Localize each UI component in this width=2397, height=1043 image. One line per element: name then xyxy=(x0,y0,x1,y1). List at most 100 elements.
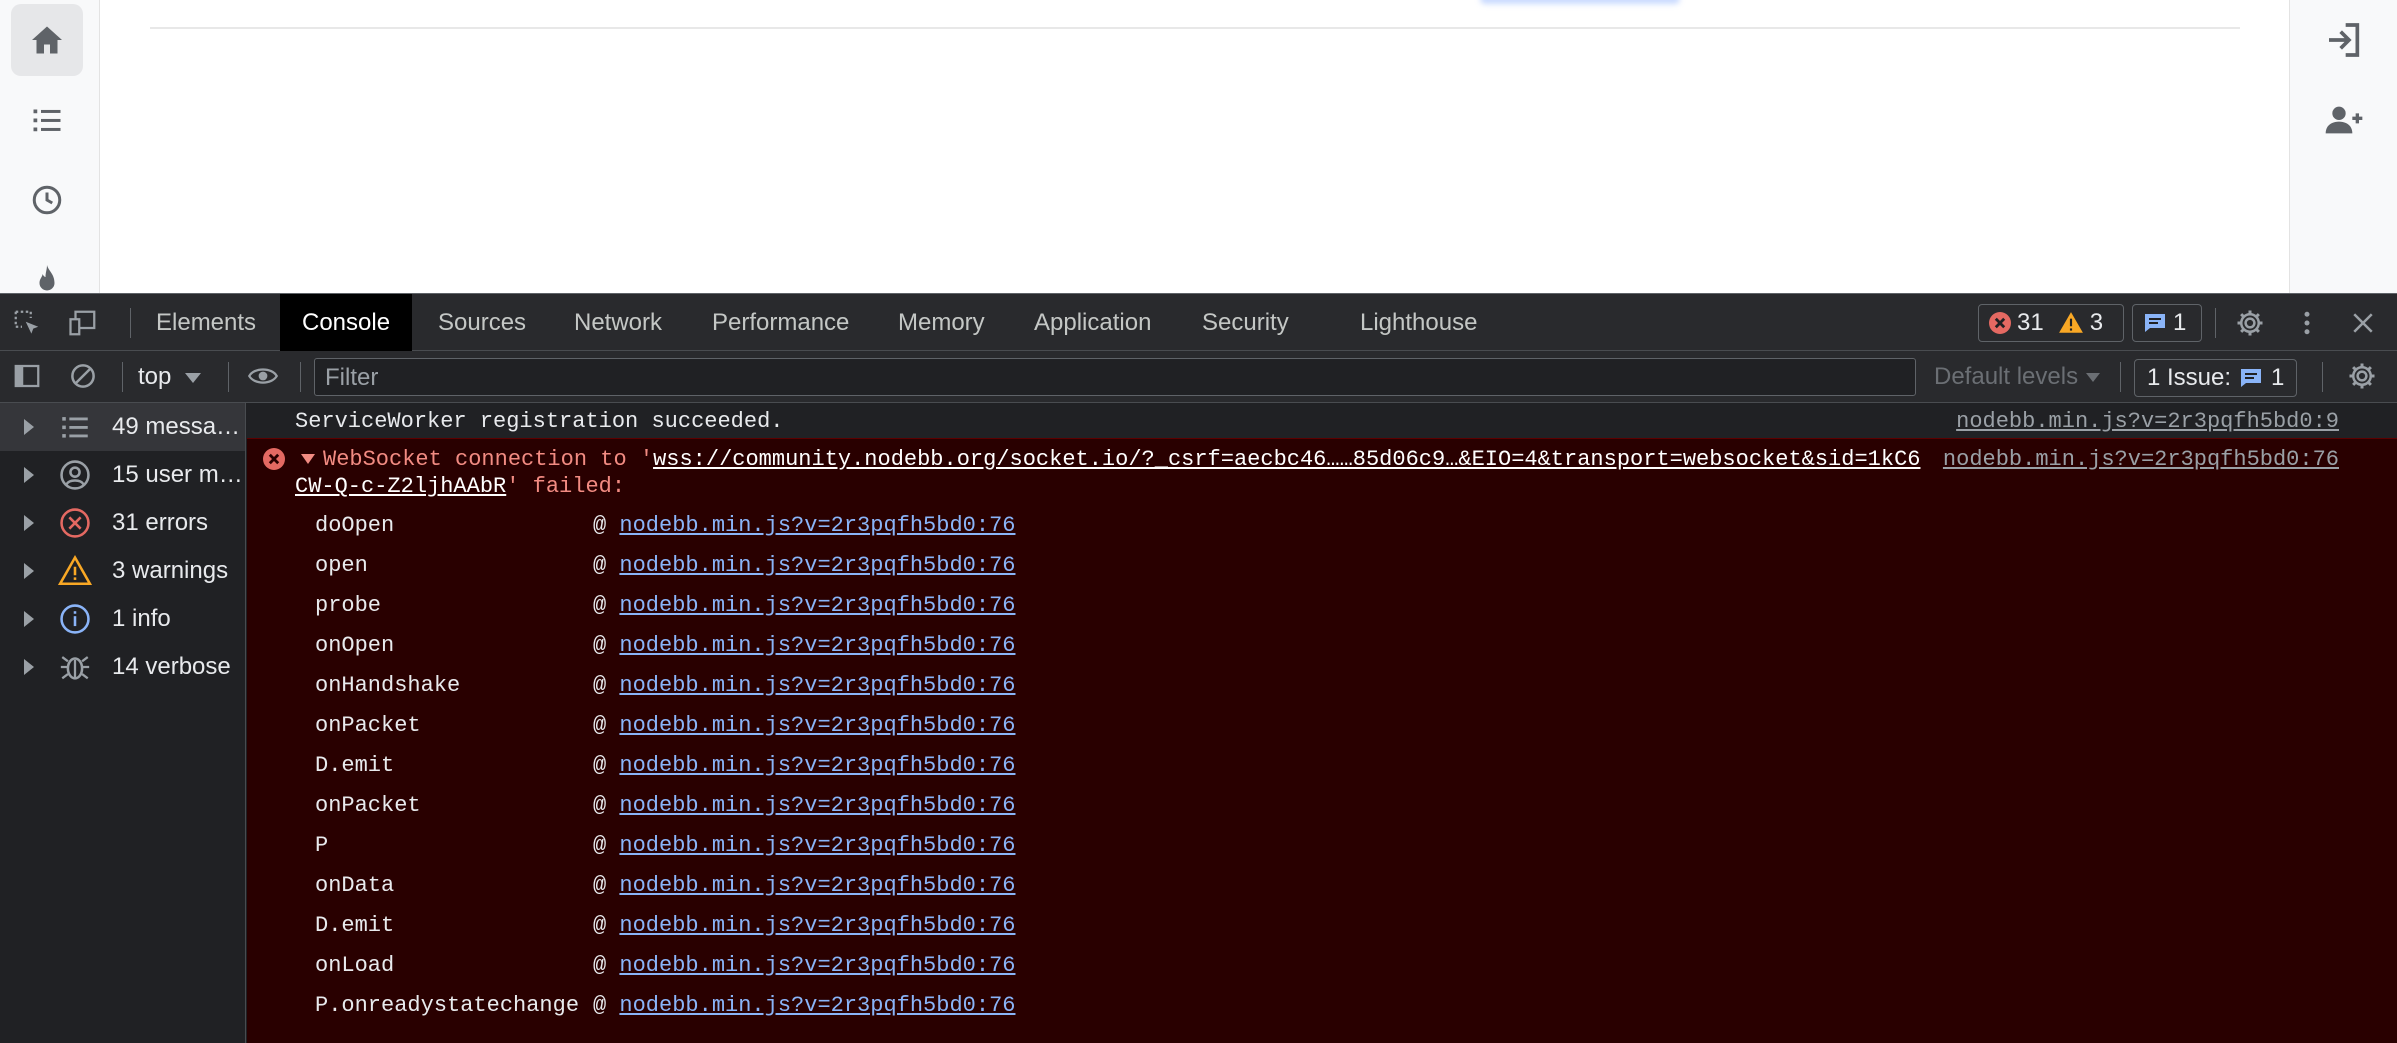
stack-frame-source-link[interactable]: nodebb.min.js?v=2r3pqfh5bd0:76 xyxy=(619,753,1015,778)
issues-label: 1 Issue: xyxy=(2147,364,2232,391)
issues-count: 1 xyxy=(2271,364,2285,391)
error-count: 31 xyxy=(2017,309,2044,336)
error-icon xyxy=(263,448,285,470)
filter-input[interactable]: Filter xyxy=(314,358,1916,396)
stack-frame-function: P.onreadystatechange xyxy=(315,993,580,1018)
close-devtools-button[interactable] xyxy=(2346,306,2380,340)
expand-caret-icon xyxy=(24,611,34,627)
stack-frame-at: @ xyxy=(593,593,620,618)
stack-frame: D.emit @ nodebb.min.js?v=2r3pqfh5bd0:76 xyxy=(315,913,1015,943)
tab-lighthouse[interactable]: Lighthouse xyxy=(1338,294,1499,351)
register-button[interactable] xyxy=(2322,98,2366,142)
error-message[interactable]: WebSocket connection to 'wss://community… xyxy=(301,447,1920,472)
error-url-link-continued[interactable]: CW-Q-c-Z2ljhAAbR xyxy=(295,474,506,499)
stack-frame: onPacket @ nodebb.min.js?v=2r3pqfh5bd0:76 xyxy=(315,793,1015,823)
stack-frame-source-link[interactable]: nodebb.min.js?v=2r3pqfh5bd0:76 xyxy=(619,713,1015,738)
collapse-caret-icon[interactable] xyxy=(301,454,315,465)
stack-frame-at: @ xyxy=(593,513,620,538)
inspect-element-button[interactable] xyxy=(10,306,44,340)
stack-frame-source-link[interactable]: nodebb.min.js?v=2r3pqfh5bd0:76 xyxy=(619,553,1015,578)
stack-frame-function: probe xyxy=(315,593,382,618)
login-button[interactable] xyxy=(2322,18,2366,62)
live-expression-button[interactable] xyxy=(246,359,280,393)
stack-frame-function: onLoad xyxy=(315,953,395,978)
log-levels-dropdown[interactable]: Default levels xyxy=(1934,359,2101,395)
sidebar-item-errors[interactable]: 31 errors xyxy=(0,499,245,547)
stack-frame: doOpen @ nodebb.min.js?v=2r3pqfh5bd0:76 xyxy=(315,513,1015,543)
expand-caret-icon xyxy=(24,659,34,675)
stack-frame-at: @ xyxy=(593,753,620,778)
stack-frame-source-link[interactable]: nodebb.min.js?v=2r3pqfh5bd0:76 xyxy=(619,873,1015,898)
sidebar-item-messages[interactable]: 49 messa… xyxy=(0,403,245,451)
tab-application[interactable]: Application xyxy=(1012,294,1173,351)
console-message-info: ServiceWorker registration succeeded. no… xyxy=(247,403,2397,439)
console-output: ServiceWorker registration succeeded. no… xyxy=(247,403,2397,1043)
sidebar-item-user-messages[interactable]: 15 user m… xyxy=(0,451,245,499)
tab-elements[interactable]: Elements xyxy=(134,294,278,351)
sidebar-item-label: 14 verbose xyxy=(112,653,231,680)
stack-frame: D.emit @ nodebb.min.js?v=2r3pqfh5bd0:76 xyxy=(315,753,1015,783)
stack-frame-source-link[interactable]: nodebb.min.js?v=2r3pqfh5bd0:76 xyxy=(619,993,1015,1018)
stack-frame-source-link[interactable]: nodebb.min.js?v=2r3pqfh5bd0:76 xyxy=(619,833,1015,858)
stack-frame-function: onPacket xyxy=(315,793,421,818)
close-icon xyxy=(2353,313,2373,333)
error-source-link[interactable]: nodebb.min.js?v=2r3pqfh5bd0:76 xyxy=(1943,447,2339,472)
settings-button[interactable] xyxy=(2233,306,2267,340)
popular-nav-button[interactable] xyxy=(11,244,83,293)
tab-network[interactable]: Network xyxy=(552,294,684,351)
stack-frame-at: @ xyxy=(593,673,620,698)
toggle-sidebar-button[interactable] xyxy=(10,359,44,393)
more-options-button[interactable] xyxy=(2290,306,2324,340)
expand-caret-icon xyxy=(24,467,34,483)
issues-button[interactable]: 1 Issue: 1 xyxy=(2134,359,2298,397)
webpage-area xyxy=(0,0,2397,293)
log-levels-label: Default levels xyxy=(1934,363,2079,390)
recent-nav-button[interactable] xyxy=(11,164,83,236)
console-settings-button[interactable] xyxy=(2345,359,2379,393)
stack-frame-function: P xyxy=(315,833,329,858)
message-text: ServiceWorker registration succeeded. xyxy=(295,409,784,434)
clear-console-button[interactable] xyxy=(66,359,100,393)
sidebar-item-info[interactable]: 1 info xyxy=(0,595,245,643)
message-icon xyxy=(2241,369,2262,387)
sidebar-item-label: 31 errors xyxy=(112,509,209,536)
error-url-link[interactable]: wss://community.nodebb.org/socket.io/?_c… xyxy=(653,447,1920,472)
stack-frame: open @ nodebb.min.js?v=2r3pqfh5bd0:76 xyxy=(315,553,1015,583)
context-selector[interactable]: top xyxy=(138,359,202,395)
tab-performance[interactable]: Performance xyxy=(690,294,871,351)
sidebar-item-warnings[interactable]: 3 warnings xyxy=(0,547,245,595)
device-toggle-button[interactable] xyxy=(66,306,100,340)
stack-frame-function: open xyxy=(315,553,368,578)
tab-security[interactable]: Security xyxy=(1180,294,1311,351)
stack-frame-source-link[interactable]: nodebb.min.js?v=2r3pqfh5bd0:76 xyxy=(619,793,1015,818)
stack-frame-function: onHandshake xyxy=(315,673,461,698)
stack-frame-source-link[interactable]: nodebb.min.js?v=2r3pqfh5bd0:76 xyxy=(619,633,1015,658)
tab-sources[interactable]: Sources xyxy=(416,294,548,351)
stack-frame-source-link[interactable]: nodebb.min.js?v=2r3pqfh5bd0:76 xyxy=(619,593,1015,618)
issue-count: 1 xyxy=(2173,309,2187,336)
stack-frame-at: @ xyxy=(593,553,620,578)
message-source-link[interactable]: nodebb.min.js?v=2r3pqfh5bd0:9 xyxy=(1956,409,2339,434)
home-nav-button[interactable] xyxy=(11,4,83,76)
tab-memory[interactable]: Memory xyxy=(876,294,1007,351)
stack-frame-at: @ xyxy=(593,633,620,658)
issues-counter[interactable]: 1 xyxy=(2132,304,2202,342)
add-user-icon xyxy=(2325,106,2363,134)
stack-frame-source-link[interactable]: nodebb.min.js?v=2r3pqfh5bd0:76 xyxy=(619,513,1015,538)
console-toolbar: top Filter Default levels 1 Issue: 1 xyxy=(0,351,2397,403)
list-nav-button[interactable] xyxy=(11,84,83,156)
stack-frame: onOpen @ nodebb.min.js?v=2r3pqfh5bd0:76 xyxy=(315,633,1015,663)
stack-frame-at: @ xyxy=(593,953,620,978)
error-prefix: WebSocket connection to ' xyxy=(323,447,654,472)
sidebar-item-label: 15 user m… xyxy=(112,461,243,488)
stack-frame-source-link[interactable]: nodebb.min.js?v=2r3pqfh5bd0:76 xyxy=(619,913,1015,938)
list-icon xyxy=(58,410,92,444)
stack-frame-at: @ xyxy=(593,873,620,898)
tab-console[interactable]: Console xyxy=(280,294,413,351)
error-warning-counter[interactable]: 31 3 xyxy=(1978,304,2124,342)
stack-frame-source-link[interactable]: nodebb.min.js?v=2r3pqfh5bd0:76 xyxy=(619,673,1015,698)
stack-frame: onPacket @ nodebb.min.js?v=2r3pqfh5bd0:76 xyxy=(315,713,1015,743)
stack-frame-source-link[interactable]: nodebb.min.js?v=2r3pqfh5bd0:76 xyxy=(619,953,1015,978)
devtools-tabbar: Elements Console Sources Network Perform… xyxy=(0,293,2397,351)
sidebar-item-verbose[interactable]: 14 verbose xyxy=(0,643,245,691)
